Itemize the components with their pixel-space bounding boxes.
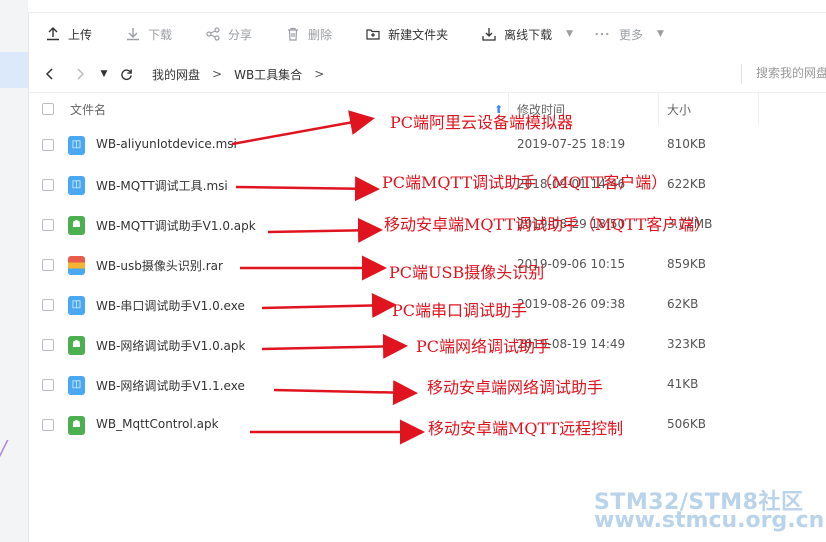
file-size: 323KB [667,337,707,351]
upload-icon [46,27,60,41]
breadcrumb-my-disk[interactable]: 我的网盘 [152,66,200,83]
file-name[interactable]: WB-MQTT调试助手V1.0.apk [96,217,256,234]
file-modified-time: 2019-08-26 09:38 [517,297,626,311]
msi-file-icon: ◫ [68,136,85,155]
row-checkbox[interactable] [42,259,54,271]
msi-file-icon: ◫ [68,176,85,195]
row-checkbox[interactable] [42,139,54,151]
toolbar: 上传 下载 分享 删除 新建文件夹 离线下载 ▼ 更多 ▼ [28,13,826,55]
header-filename[interactable]: 文件名 [70,101,106,118]
folder-plus-icon [366,27,380,41]
column-divider [508,93,509,125]
breadcrumb-separator: > [212,67,223,81]
file-name[interactable]: WB-网络调试助手V1.0.apk [96,337,245,354]
table-row[interactable]: ◫ WB-MQTT调试工具.msi 2018-09-01 14:46 622KB [28,165,826,205]
file-name[interactable]: WB-串口调试助手V1.0.exe [96,297,245,314]
top-bar [28,0,826,13]
file-size: 622KB [667,177,707,191]
download-label: 下载 [148,27,173,42]
row-checkbox[interactable] [42,419,54,431]
file-size: 859KB [667,257,707,271]
table-row[interactable]: ◫ WB-串口调试助手V1.0.exe 2019-08-26 09:38 62KB [28,285,826,325]
header-modified-time[interactable]: 修改时间 [517,101,565,118]
breadcrumb: 我的网盘 > WB工具集合 > [152,66,336,83]
sidebar-selected-item[interactable] [0,52,28,88]
column-divider [758,93,759,125]
file-size: 3.72MB [667,217,713,231]
new-folder-button[interactable]: 新建文件夹 [366,13,448,55]
share-label: 分享 [228,27,253,42]
more-dots-icon [595,27,611,41]
file-size: 506KB [667,417,707,431]
table-row[interactable]: ◫ WB-aliyunIotdevice.msi 2019-07-25 18:19 8… [28,125,826,165]
table-header: 文件名 ⬆ 修改时间 大小 [28,93,826,125]
search-input[interactable]: 搜索我的网盘 [741,64,826,84]
apk-file-icon: ☗ [68,216,85,235]
file-name[interactable]: WB_MqttControl.apk [96,417,219,431]
table-row[interactable]: ☗ WB-MQTT调试助手V1.0.apk 2019-08-29 18:50 3.72… [28,205,826,245]
file-modified-time: 2019-07-25 18:19 [517,137,626,151]
share-icon [206,27,220,41]
file-name[interactable]: WB-网络调试助手V1.1.exe [96,377,245,394]
forward-arrow-icon[interactable] [72,66,88,82]
file-name[interactable]: WB-MQTT调试工具.msi [96,177,228,194]
table-row[interactable]: WB-usb摄像头识别.rar 2019-09-06 10:15 859KB [28,245,826,285]
file-size: 41KB [667,377,699,391]
download-button[interactable]: 下载 [126,13,172,55]
delete-label: 删除 [308,27,333,42]
exe-file-icon: ◫ [68,296,85,315]
breadcrumb-separator: > [314,67,325,81]
file-list: ◫ WB-aliyunIotdevice.msi 2019-07-25 18:19 8… [28,125,826,445]
delete-button[interactable]: 删除 [286,13,332,55]
watermark-line2: www.stmcu.org.cn [594,508,825,533]
new-folder-label: 新建文件夹 [388,27,449,42]
chevron-down-icon[interactable]: ▼ [566,29,573,39]
table-row[interactable]: ☗ WB-网络调试助手V1.0.apk 2019-08-19 14:49 323KB [28,325,826,365]
upload-label: 上传 [68,27,93,42]
sort-arrow-icon[interactable]: ⬆ [494,103,503,116]
row-checkbox[interactable] [42,379,54,391]
file-modified-time: 2018-09-01 14:46 [517,177,626,191]
header-size[interactable]: 大小 [667,101,691,118]
file-modified-time: 2019-08-19 14:49 [517,337,626,351]
share-button[interactable]: 分享 [206,13,252,55]
more-button[interactable]: 更多 ▼ [595,13,664,55]
back-arrow-icon[interactable] [42,66,58,82]
row-checkbox[interactable] [42,219,54,231]
more-label: 更多 [619,27,644,42]
file-size: 62KB [667,297,699,311]
column-divider [658,93,659,125]
offline-download-label: 离线下载 [504,27,553,42]
offline-download-button[interactable]: 离线下载 ▼ [482,13,573,55]
row-checkbox[interactable] [42,179,54,191]
breadcrumb-current-folder[interactable]: WB工具集合 [234,66,302,83]
refresh-icon[interactable] [118,66,134,82]
file-size: 810KB [667,137,707,151]
row-checkbox[interactable] [42,299,54,311]
trash-icon [286,27,300,41]
file-modified-time: 2019-08-29 18:50 [517,217,626,231]
file-name[interactable]: WB-aliyunIotdevice.msi [96,137,237,151]
sidebar-decoration: / [0,436,7,460]
row-checkbox[interactable] [42,339,54,351]
table-row[interactable]: ☗ WB_MqttControl.apk 506KB [28,405,826,445]
table-row[interactable]: ◫ WB-网络调试助手V1.1.exe 41KB [28,365,826,405]
exe-file-icon: ◫ [68,376,85,395]
divider [156,66,157,82]
download-icon [126,27,140,41]
file-name[interactable]: WB-usb摄像头识别.rar [96,257,223,274]
rar-file-icon [68,256,85,275]
chevron-down-icon[interactable]: ▼ [657,29,664,39]
offline-download-icon [482,27,496,41]
upload-button[interactable]: 上传 [46,13,92,55]
left-sidebar: / [0,0,29,542]
file-modified-time: 2019-09-06 10:15 [517,257,626,271]
navigation-bar: ▼ 我的网盘 > WB工具集合 > 搜索我的网盘 [28,56,826,93]
select-all-checkbox[interactable] [42,103,54,115]
apk-file-icon: ☗ [68,416,85,435]
apk-file-icon: ☗ [68,336,85,355]
history-dropdown-icon[interactable]: ▼ [96,66,112,82]
